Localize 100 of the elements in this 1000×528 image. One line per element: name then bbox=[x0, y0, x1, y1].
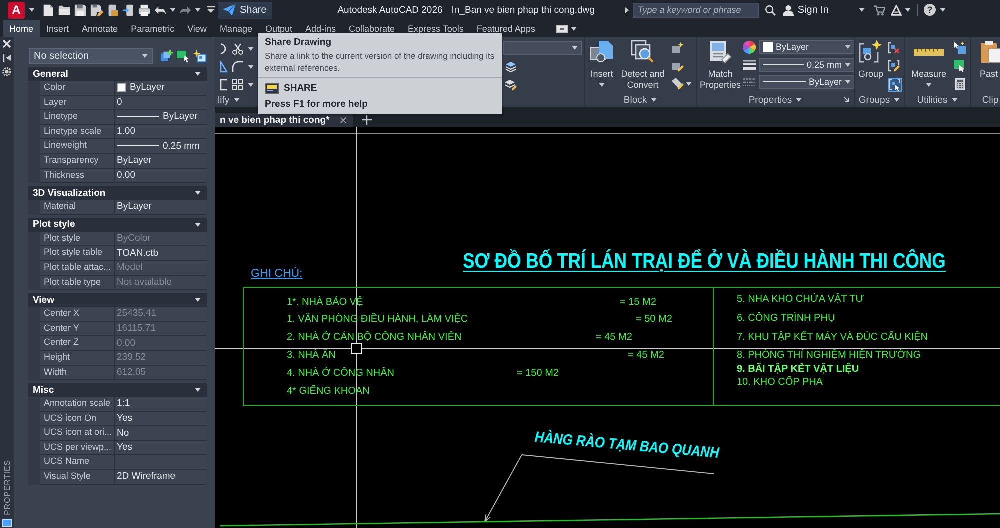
bracket-cross-icon[interactable] bbox=[888, 42, 900, 54]
caret-icon bbox=[234, 98, 240, 102]
caret-icon[interactable] bbox=[940, 8, 946, 12]
caret-icon[interactable] bbox=[905, 8, 911, 12]
caret-icon bbox=[926, 83, 932, 87]
caret-icon[interactable] bbox=[686, 82, 692, 86]
panel-title[interactable]: Block bbox=[624, 94, 658, 106]
menu-caret-icon[interactable] bbox=[207, 6, 215, 14]
panel-title[interactable]: lify bbox=[218, 94, 240, 106]
section-header[interactable]: Misc bbox=[28, 383, 207, 398]
cart-icon[interactable] bbox=[874, 4, 885, 16]
bracket-cursor-icon[interactable] bbox=[888, 78, 902, 92]
ribbon-tab[interactable]: View bbox=[181, 20, 214, 37]
block-star-icon[interactable] bbox=[672, 42, 684, 54]
color-wheel-icon[interactable] bbox=[743, 41, 756, 54]
caret-icon[interactable] bbox=[195, 8, 201, 12]
panel-launcher-icon[interactable] bbox=[844, 97, 850, 103]
quick-select-icon[interactable] bbox=[194, 50, 207, 62]
ribbon-tab[interactable]: Insert bbox=[40, 20, 76, 37]
file-title: In_Ban ve bien phap thi cong.dwg bbox=[452, 4, 595, 16]
expand-arrow-icon[interactable] bbox=[624, 6, 629, 14]
section-header[interactable]: 3D Visualization bbox=[28, 186, 207, 200]
caret-icon[interactable] bbox=[248, 47, 254, 51]
save-as-icon[interactable] bbox=[90, 4, 103, 16]
add-icon[interactable] bbox=[362, 115, 372, 125]
caret-icon[interactable] bbox=[170, 8, 176, 12]
close-icon[interactable] bbox=[340, 116, 347, 124]
property-label: Material bbox=[40, 200, 115, 214]
settings-icon[interactable] bbox=[2, 67, 12, 77]
selection-dropdown[interactable]: No selection bbox=[29, 48, 153, 64]
new-file-icon[interactable] bbox=[42, 4, 55, 16]
ribbon-tab[interactable]: Add-ins bbox=[299, 20, 343, 37]
scissors-icon[interactable] bbox=[232, 43, 244, 55]
app-menu-button[interactable]: A bbox=[8, 2, 25, 18]
tag-pencil-icon[interactable] bbox=[672, 78, 684, 90]
linetype-dropdown[interactable]: ByLayer bbox=[759, 75, 854, 89]
layers-pencil-icon[interactable] bbox=[505, 79, 517, 91]
ribbon-tab[interactable]: Parametric bbox=[124, 20, 182, 37]
bracket-pencil-icon[interactable] bbox=[888, 60, 900, 72]
triangle-bar-icon[interactable] bbox=[891, 4, 902, 16]
add-selection-icon[interactable] bbox=[160, 50, 173, 62]
user-icon[interactable] bbox=[782, 4, 794, 16]
panel-title[interactable]: Utilities bbox=[917, 94, 958, 106]
pickbox-icon bbox=[351, 343, 362, 354]
share-button[interactable]: Share bbox=[218, 2, 272, 18]
block-pencil-icon[interactable] bbox=[672, 60, 684, 72]
search-field[interactable]: Type a keyword or phrase bbox=[632, 2, 759, 18]
cursor-square-icon[interactable] bbox=[954, 42, 966, 54]
layers-stack-icon[interactable] bbox=[505, 61, 517, 73]
save-icon[interactable] bbox=[74, 4, 87, 16]
section-header[interactable]: General bbox=[28, 67, 207, 81]
print-icon[interactable] bbox=[138, 4, 151, 16]
line-sample-icon bbox=[117, 145, 159, 148]
insert-button[interactable]: Insert bbox=[588, 40, 616, 87]
search-icon[interactable] bbox=[764, 4, 776, 16]
caret-icon bbox=[952, 98, 958, 102]
bracket-icon[interactable] bbox=[220, 79, 228, 91]
detect-convert-button[interactable]: Detect and Convert bbox=[618, 40, 668, 91]
panel-title[interactable]: Properties bbox=[748, 94, 802, 106]
caret-icon[interactable] bbox=[29, 8, 35, 12]
ribbon-tab[interactable]: Express Tools bbox=[402, 20, 470, 37]
ribbon-tab[interactable]: Collaborate bbox=[342, 20, 402, 37]
caret-icon[interactable] bbox=[248, 83, 254, 87]
ribbon-tab[interactable]: Home bbox=[3, 20, 40, 37]
grid-icon[interactable] bbox=[232, 79, 244, 91]
sign-in-button[interactable]: Sign In bbox=[798, 4, 829, 16]
fillet-icon[interactable] bbox=[232, 61, 244, 73]
triangle-icon[interactable] bbox=[220, 61, 228, 73]
property-label: Plot table attac... bbox=[40, 260, 115, 275]
legend-item: 8. PHÒNG THÍ NGHIỆM HIỆN TRƯỜNG bbox=[737, 350, 921, 362]
document-tab[interactable]: n ve bien phap thi cong* bbox=[215, 113, 353, 127]
help-button[interactable]: ? bbox=[924, 4, 936, 16]
panel-title[interactable]: Groups bbox=[858, 94, 900, 106]
measure-button[interactable]: Measure bbox=[908, 40, 950, 87]
match-properties-button[interactable]: Match Properties bbox=[700, 40, 742, 91]
device-arrow-icon[interactable] bbox=[122, 4, 135, 16]
ribbon-tab[interactable]: Annotate bbox=[76, 20, 125, 37]
square-cursor-icon[interactable] bbox=[954, 60, 966, 72]
color-dropdown[interactable]: ByLayer bbox=[759, 40, 854, 54]
property-value: ByLayer bbox=[130, 82, 165, 94]
lineweight-dropdown[interactable]: 0.25 mm bbox=[759, 58, 854, 72]
calculator-icon[interactable] bbox=[954, 78, 966, 90]
group-button[interactable]: Group bbox=[858, 40, 884, 80]
ribbon-tab[interactable]: Featured Apps bbox=[470, 20, 542, 37]
ribbon-tab[interactable]: Output bbox=[258, 20, 299, 37]
paste-button[interactable]: Past bbox=[974, 40, 1000, 80]
ribbon-tab[interactable]: Manage bbox=[213, 20, 259, 37]
property-value: 2D Wireframe bbox=[117, 471, 176, 482]
select-cursor-icon[interactable] bbox=[177, 50, 190, 62]
open-folder-icon[interactable] bbox=[58, 4, 71, 16]
magnifier-squares-icon bbox=[631, 40, 655, 64]
caret-icon[interactable] bbox=[859, 8, 865, 12]
arc-icon[interactable] bbox=[220, 43, 228, 55]
tablet-icon[interactable] bbox=[106, 4, 119, 16]
section-header[interactable]: View bbox=[28, 293, 207, 308]
linetype-icon[interactable] bbox=[743, 76, 756, 89]
section-header[interactable]: Plot style bbox=[28, 218, 207, 232]
caret-icon[interactable] bbox=[248, 65, 254, 69]
bar-arrow-icon[interactable] bbox=[2, 53, 12, 63]
lineweight-icon[interactable] bbox=[743, 58, 756, 72]
